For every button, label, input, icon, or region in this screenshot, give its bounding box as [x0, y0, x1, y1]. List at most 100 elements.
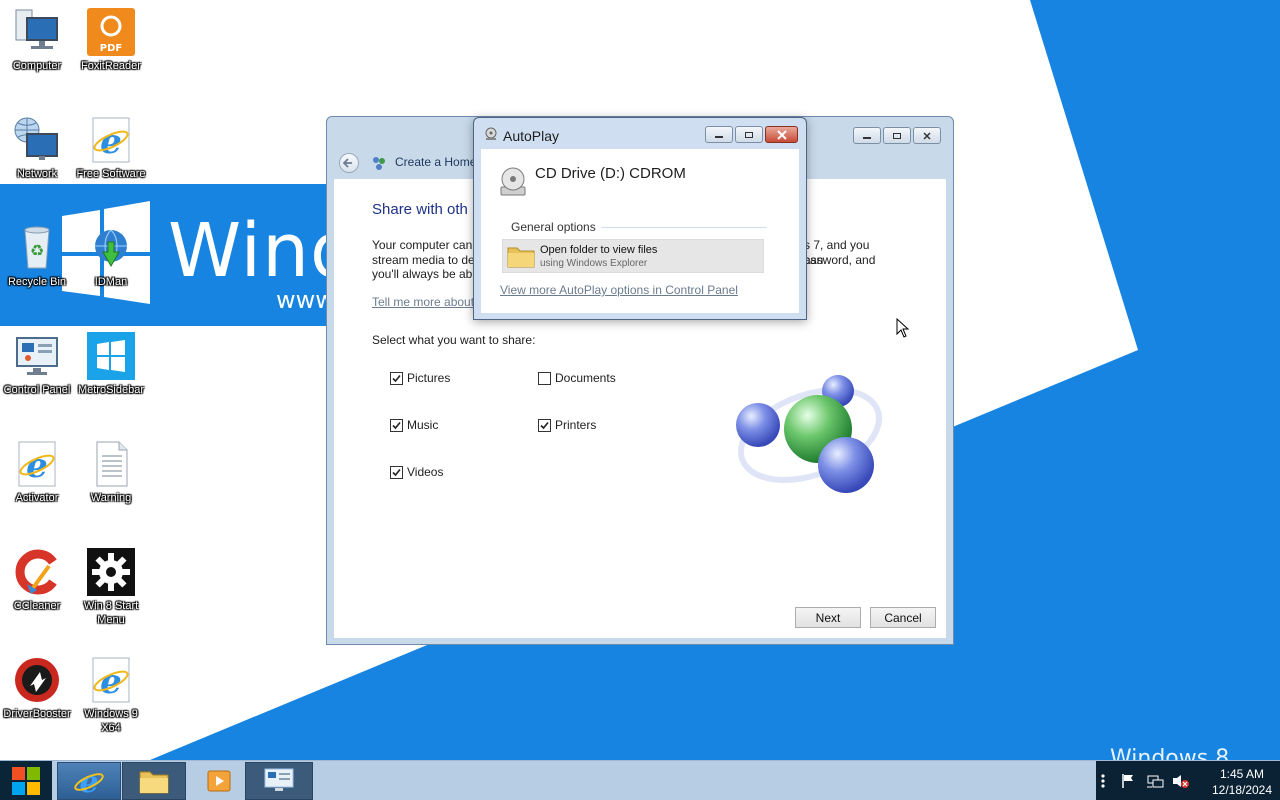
minimize-icon [715, 135, 723, 138]
select-share-label: Select what you want to share: [372, 333, 536, 347]
flag-icon[interactable] [1120, 773, 1136, 789]
section-divider [601, 227, 767, 228]
desc-line: assword, and [804, 252, 876, 267]
taskbar: e 1:45 AM 12/18/2024 [0, 760, 1280, 800]
desktop-icon-recycle-bin[interactable]: ♻ Recycle Bin [0, 224, 74, 289]
desktop-icon-label: Activator [15, 492, 59, 504]
autoplay-icon [485, 127, 497, 140]
wizard-caption-buttons [853, 127, 941, 144]
taskbar-control-panel[interactable] [245, 762, 313, 800]
checkbox[interactable] [538, 371, 551, 385]
desktop-icon-driverbooster[interactable]: DriverBooster [0, 656, 74, 721]
desktop: Wind www Windows 8 Computer PDF FoxitRea… [0, 0, 1280, 760]
start-button[interactable] [0, 761, 52, 800]
maximize-button[interactable] [883, 127, 911, 144]
desktop-icon-label: DriverBooster [3, 708, 71, 720]
text-document-icon [96, 441, 128, 487]
media-player-icon [207, 770, 231, 792]
desktop-icon-label: Computer [12, 60, 62, 72]
windows-logo-icon [12, 767, 40, 795]
desktop-icon-label: Recycle Bin [7, 276, 67, 288]
share-printers-checkbox[interactable]: Printers [538, 418, 596, 432]
autoplay-dialog: AutoPlay CD Drive (D:) CDROM General opt… [473, 117, 807, 320]
svg-text:e: e [26, 446, 48, 486]
volume-muted-icon[interactable] [1172, 773, 1190, 789]
close-button[interactable] [765, 126, 798, 143]
back-button[interactable] [339, 153, 359, 173]
gear-icon [87, 548, 135, 596]
computer-icon [15, 9, 58, 49]
desktop-icon-windows9-x64[interactable]: e Windows 9 X64 [74, 656, 148, 735]
control-panel-icon [16, 337, 58, 375]
desktop-icon-control-panel[interactable]: Control Panel [0, 332, 74, 397]
svg-text:e: e [100, 662, 122, 702]
checkbox[interactable] [390, 465, 403, 479]
desktop-icon-activator[interactable]: e Activator [0, 440, 74, 505]
option-title: Open folder to view files [540, 244, 658, 256]
desktop-icon-label: MetroSidebar [77, 384, 145, 396]
desktop-icon-label: FoxitReader [81, 60, 141, 72]
clock-date[interactable]: 12/18/2024 [1204, 783, 1280, 797]
mouse-cursor-icon [896, 318, 910, 338]
folder-icon [507, 247, 535, 268]
tell-me-more-link[interactable]: Tell me more about [372, 295, 474, 309]
network-icon[interactable] [1146, 773, 1164, 789]
desc-line: you'll always be abl [372, 267, 476, 281]
desktop-icon-metrosidebar[interactable]: MetroSidebar [74, 332, 148, 397]
desktop-icon-free-software[interactable]: e Free Software [74, 116, 148, 181]
wizard-heading: Share with oth [372, 201, 468, 218]
checkbox[interactable] [390, 418, 403, 432]
network-icon [14, 117, 58, 160]
system-tray: 1:45 AM 12/18/2024 [1096, 761, 1280, 800]
option-subtitle: using Windows Explorer [540, 258, 648, 269]
taskbar-media-player[interactable] [187, 762, 251, 800]
checkmark-icon [392, 421, 401, 429]
close-button[interactable] [913, 127, 941, 144]
desktop-icon-win8-start-menu[interactable]: Win 8 Start Menu [74, 548, 148, 627]
close-icon [776, 129, 787, 140]
autoplay-content: CD Drive (D:) CDROM General options Open… [481, 149, 799, 313]
desktop-icon-label: Network [16, 168, 58, 180]
checkbox-label: Music [407, 418, 439, 432]
more-autoplay-options-link[interactable]: View more AutoPlay options in Control Pa… [500, 283, 738, 297]
desktop-icon-foxitreader[interactable]: PDF FoxitReader [74, 8, 148, 73]
wizard-nav-title: Create a Home [395, 155, 477, 169]
internet-explorer-icon: e [18, 441, 56, 487]
desktop-icon-idman[interactable]: IDMan [74, 224, 148, 289]
minimize-button[interactable] [705, 126, 733, 143]
desktop-icon-label: Windows 9 X64 [84, 708, 138, 734]
idm-icon [95, 229, 127, 268]
drive-label: CD Drive (D:) CDROM [535, 165, 686, 182]
autoplay-title: AutoPlay [503, 128, 560, 144]
show-more-icon[interactable] [1100, 773, 1106, 789]
open-folder-option[interactable]: Open folder to view files using Windows … [502, 239, 764, 273]
back-arrow-icon [342, 158, 352, 168]
desktop-icon-network[interactable]: Network [0, 116, 74, 181]
driver-booster-icon [15, 658, 59, 702]
desktop-icon-warning[interactable]: Warning [74, 440, 148, 505]
share-music-checkbox[interactable]: Music [390, 418, 438, 432]
minimize-button[interactable] [853, 127, 881, 144]
desktop-icon-label: Win 8 Start Menu [83, 600, 139, 626]
cancel-button[interactable]: Cancel [870, 607, 936, 628]
homegroup-spheres-graphic [736, 375, 883, 493]
maximize-icon [745, 131, 753, 138]
desc-line: Your computer can [372, 238, 473, 252]
checkbox[interactable] [390, 371, 403, 385]
checkmark-icon [540, 421, 549, 429]
desktop-icon-computer[interactable]: Computer [0, 8, 74, 73]
share-documents-checkbox[interactable]: Documents [538, 371, 616, 385]
next-button[interactable]: Next [795, 607, 861, 628]
maximize-button[interactable] [735, 126, 763, 143]
checkbox-label: Videos [407, 465, 444, 479]
checkbox[interactable] [538, 418, 551, 432]
taskbar-internet-explorer[interactable]: e [57, 762, 121, 800]
general-options-heading: General options [511, 220, 596, 234]
share-videos-checkbox[interactable]: Videos [390, 465, 443, 479]
share-pictures-checkbox[interactable]: Pictures [390, 371, 450, 385]
desktop-icon-ccleaner[interactable]: CCleaner [0, 548, 74, 613]
svg-text:PDF: PDF [100, 43, 122, 54]
autoplay-caption-buttons [705, 126, 798, 143]
taskbar-file-explorer[interactable] [122, 762, 186, 800]
clock-time[interactable]: 1:45 AM [1204, 767, 1280, 781]
